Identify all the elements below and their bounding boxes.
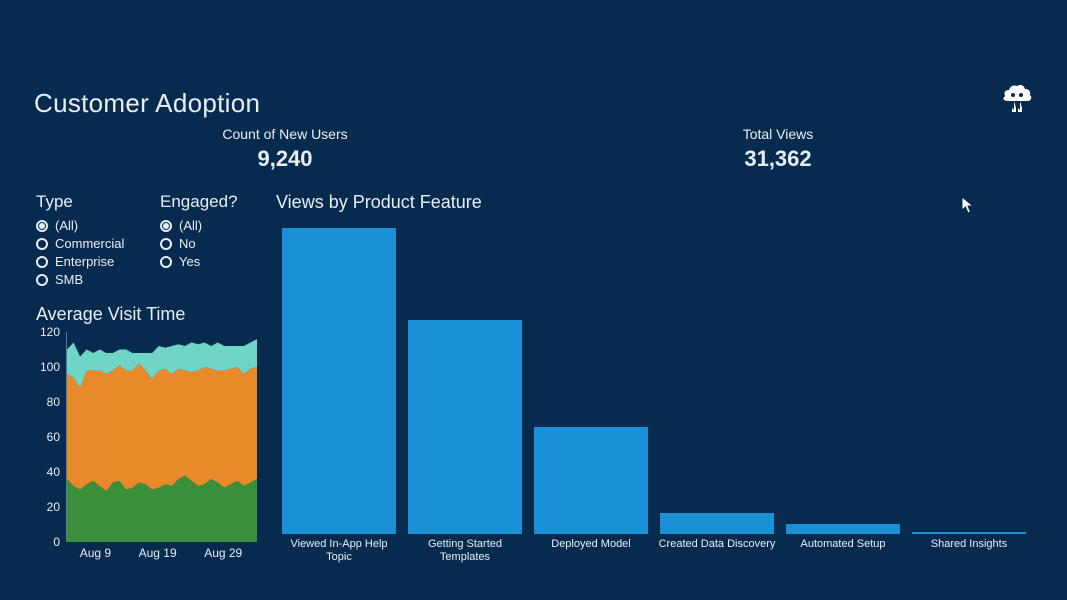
bar-fill bbox=[660, 513, 774, 534]
area-y-tick: 20 bbox=[47, 500, 60, 514]
area-chart[interactable]: 020406080100120 Aug 9Aug 19Aug 29 bbox=[36, 332, 256, 572]
area-y-tick: 120 bbox=[40, 325, 60, 339]
bar-cell[interactable] bbox=[906, 224, 1032, 534]
area-x-tick: Aug 29 bbox=[204, 546, 242, 560]
kpi-new-users: Count of New Users 9,240 bbox=[160, 126, 410, 172]
kpi-total-views-value: 31,362 bbox=[638, 146, 918, 172]
radio-icon[interactable] bbox=[36, 220, 48, 232]
filter-type-option[interactable]: SMB bbox=[36, 272, 124, 287]
filter-type-option[interactable]: (All) bbox=[36, 218, 124, 233]
bar-cell[interactable] bbox=[654, 224, 780, 534]
bar-chart[interactable]: Viewed In-App Help TopicGetting Started … bbox=[276, 224, 1032, 574]
bar-cell[interactable] bbox=[780, 224, 906, 534]
filter-engaged-option-label: No bbox=[179, 236, 196, 251]
bar-category-label: Viewed In-App Help Topic bbox=[276, 538, 402, 564]
filter-engaged-option[interactable]: Yes bbox=[160, 254, 238, 269]
bar-category-label: Automated Setup bbox=[780, 538, 906, 564]
filter-type-option-label: SMB bbox=[55, 272, 83, 287]
page-title: Customer Adoption bbox=[34, 88, 260, 119]
bar-cell[interactable] bbox=[402, 224, 528, 534]
bar-fill bbox=[282, 228, 396, 534]
radio-icon[interactable] bbox=[36, 274, 48, 286]
bar-fill bbox=[534, 427, 648, 534]
brand-logo-icon bbox=[1001, 84, 1033, 119]
kpi-total-views-label: Total Views bbox=[638, 126, 918, 142]
area-x-tick: Aug 19 bbox=[139, 546, 177, 560]
filter-engaged: Engaged? (All) No Yes bbox=[160, 192, 238, 272]
area-y-tick: 100 bbox=[40, 360, 60, 374]
radio-icon[interactable] bbox=[160, 220, 172, 232]
bar-category-label: Created Data Discovery bbox=[654, 538, 780, 564]
bar-fill bbox=[912, 532, 1026, 534]
cursor-icon bbox=[961, 196, 975, 219]
bar-category-label: Deployed Model bbox=[528, 538, 654, 564]
filter-type-option-label: Enterprise bbox=[55, 254, 114, 269]
filter-engaged-option-label: (All) bbox=[179, 218, 202, 233]
radio-icon[interactable] bbox=[36, 256, 48, 268]
area-y-tick: 40 bbox=[47, 465, 60, 479]
radio-icon[interactable] bbox=[160, 238, 172, 250]
area-chart-title: Average Visit Time bbox=[36, 304, 185, 325]
radio-icon[interactable] bbox=[160, 256, 172, 268]
area-y-tick: 60 bbox=[47, 430, 60, 444]
bar-category-label: Getting Started Templates bbox=[402, 538, 528, 564]
area-y-tick: 0 bbox=[53, 535, 60, 549]
bar-chart-title: Views by Product Feature bbox=[276, 192, 482, 213]
kpi-new-users-label: Count of New Users bbox=[160, 126, 410, 142]
filter-type-title: Type bbox=[36, 192, 124, 212]
filter-type-option[interactable]: Enterprise bbox=[36, 254, 124, 269]
radio-icon[interactable] bbox=[36, 238, 48, 250]
area-y-tick: 80 bbox=[47, 395, 60, 409]
filter-type-option[interactable]: Commercial bbox=[36, 236, 124, 251]
area-x-tick: Aug 9 bbox=[80, 546, 111, 560]
filter-engaged-option[interactable]: No bbox=[160, 236, 238, 251]
filter-type: Type (All) Commercial Enterprise SMB bbox=[36, 192, 124, 290]
bar-cell[interactable] bbox=[276, 224, 402, 534]
kpi-total-views: Total Views 31,362 bbox=[638, 126, 918, 172]
filter-type-option-label: Commercial bbox=[55, 236, 124, 251]
bar-fill bbox=[408, 320, 522, 534]
kpi-new-users-value: 9,240 bbox=[160, 146, 410, 172]
filter-engaged-option-label: Yes bbox=[179, 254, 200, 269]
bar-fill bbox=[786, 524, 900, 534]
filter-engaged-option[interactable]: (All) bbox=[160, 218, 238, 233]
bar-category-label: Shared Insights bbox=[906, 538, 1032, 564]
filter-engaged-title: Engaged? bbox=[160, 192, 238, 212]
bar-cell[interactable] bbox=[528, 224, 654, 534]
filter-type-option-label: (All) bbox=[55, 218, 78, 233]
area-series bbox=[67, 364, 257, 492]
